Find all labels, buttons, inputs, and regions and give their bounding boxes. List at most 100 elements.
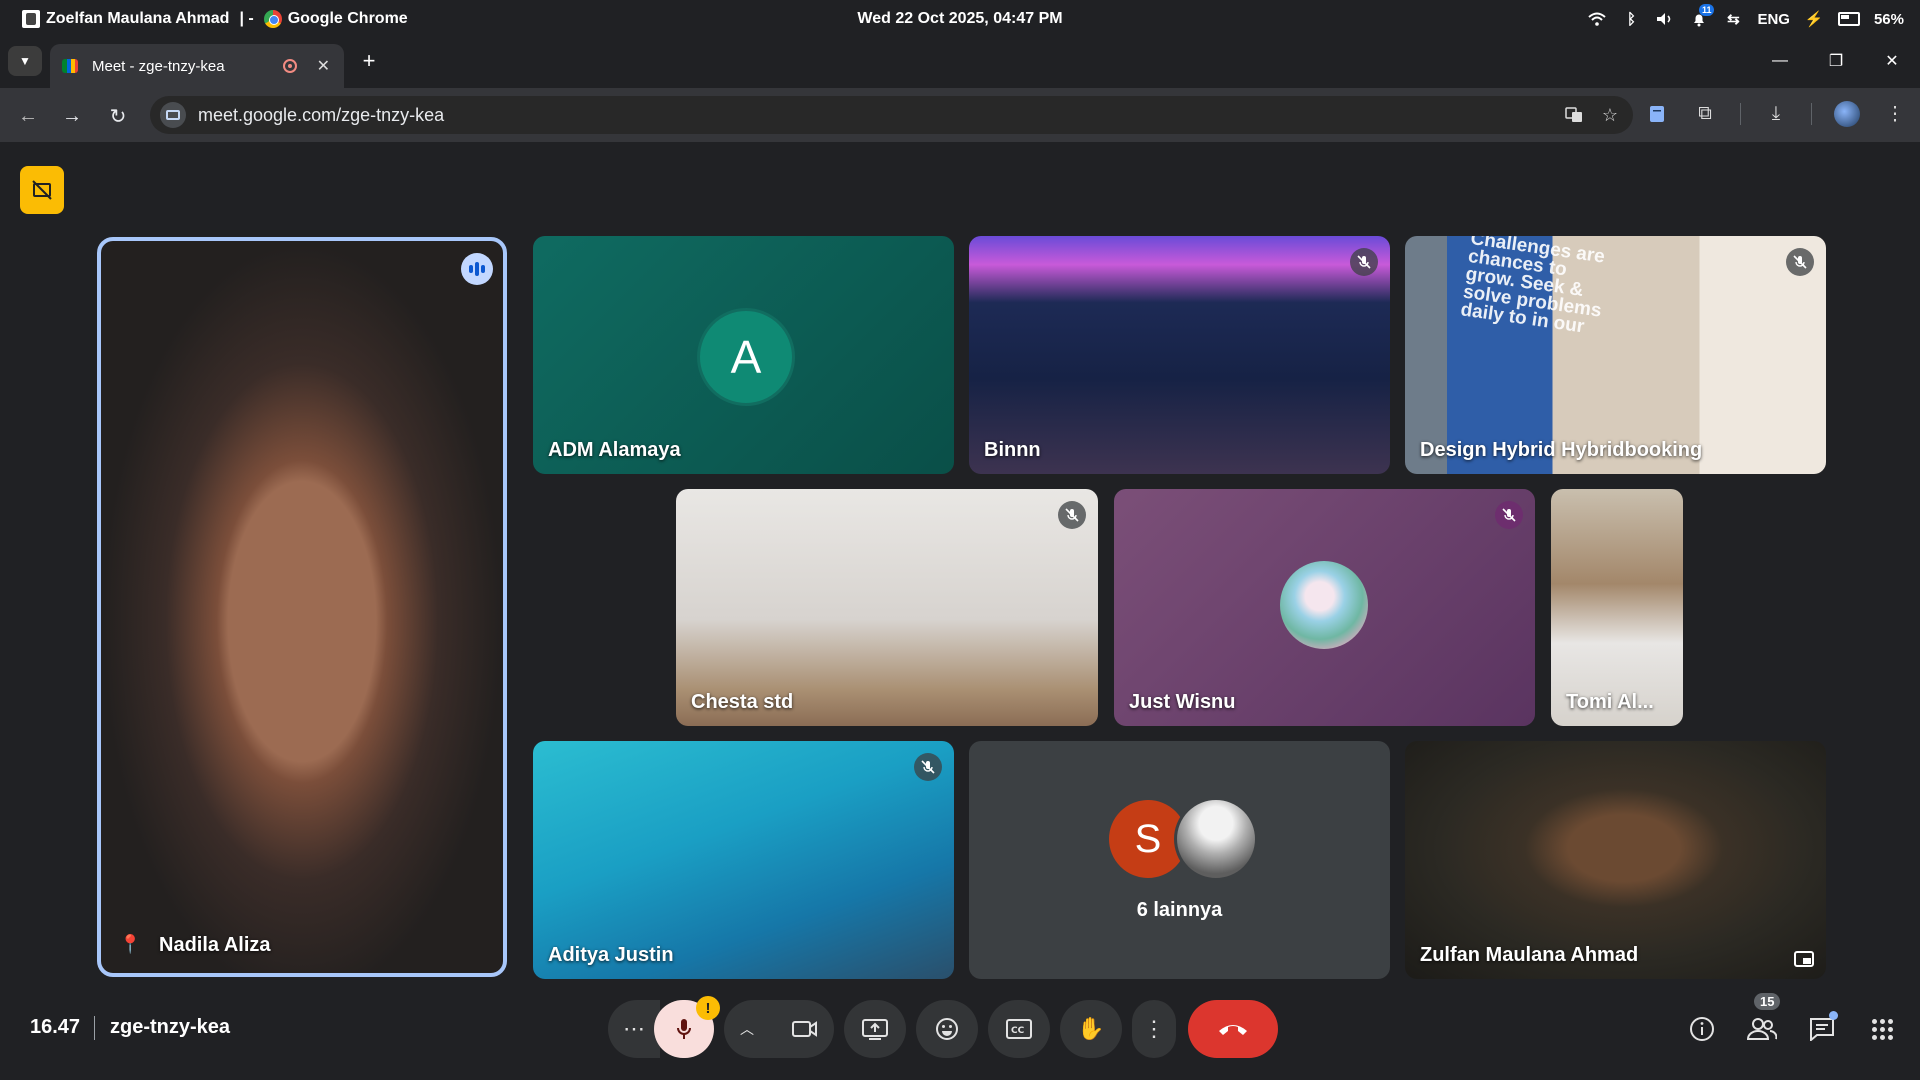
translate-icon[interactable] [1561, 102, 1587, 128]
captions-button[interactable]: CC [988, 1000, 1050, 1058]
present-icon [862, 1019, 888, 1040]
downloads-icon[interactable]: ⤓ [1763, 100, 1789, 128]
volume-icon[interactable] [1655, 9, 1675, 29]
mic-off-icon [914, 753, 942, 781]
participant-tile-aditya[interactable]: Aditya Justin [533, 741, 954, 979]
info-icon [1690, 1017, 1714, 1041]
speaking-indicator-icon [461, 253, 493, 285]
minimize-button[interactable]: — [1752, 38, 1808, 84]
others-tile[interactable]: S 6 lainnya [969, 741, 1390, 979]
chat-button[interactable] [1804, 1011, 1840, 1047]
captions-icon: CC [1006, 1019, 1032, 1039]
side-panel-controls: 15 [1684, 993, 1900, 1058]
tab-search-button[interactable]: ▼ [8, 46, 42, 76]
battery-percent: 56% [1873, 10, 1904, 28]
avatar [1280, 561, 1368, 649]
activities-button[interactable] [1864, 1011, 1900, 1047]
tab-title: Meet - zge-tnzy-kea [92, 57, 225, 75]
participant-name: Tomi Al... [1566, 691, 1654, 713]
picture-in-picture-icon[interactable] [1794, 951, 1814, 967]
participant-name: Nadila Aliza [159, 934, 271, 956]
meeting-info-button[interactable] [1684, 1011, 1720, 1047]
others-count-label: 6 lainnya [1136, 899, 1223, 921]
participant-tile-design-hybrid[interactable]: Challenges are chances to grow. Seek & s… [1405, 236, 1826, 474]
people-icon [1747, 1018, 1777, 1040]
recording-indicator-icon[interactable] [20, 166, 64, 214]
participant-name: Chesta std [691, 691, 794, 713]
divider [94, 1016, 95, 1040]
site-info-icon[interactable] [160, 102, 186, 128]
toolbar-divider [1740, 103, 1741, 125]
chat-icon [1810, 1018, 1834, 1041]
extension-docs-icon[interactable] [1644, 100, 1670, 128]
restore-button[interactable]: ❐ [1808, 38, 1864, 84]
chrome-menu-icon[interactable]: ⋮ [1882, 100, 1908, 128]
camera-icon [792, 1021, 817, 1037]
participant-tile-just-wisnu[interactable]: Just Wisnu [1114, 489, 1535, 726]
participant-name: Design Hybrid Hybridbooking [1420, 439, 1703, 461]
participant-name: ADM Alamaya [548, 439, 681, 461]
more-options-button[interactable]: ⋮ [1132, 1000, 1176, 1058]
os-top-bar: Zoelfan Maulana Ahmad | - Google Chrome … [0, 0, 1920, 38]
reload-button[interactable]: ↻ [104, 102, 132, 130]
participant-tile-tomi[interactable]: Tomi Al... [1551, 489, 1683, 726]
participant-tile-chesta[interactable]: Chesta std [676, 489, 1098, 726]
profile-avatar[interactable] [1834, 101, 1860, 127]
svg-text:CC: CC [1011, 1026, 1025, 1036]
back-button[interactable]: ← [14, 102, 42, 130]
leave-call-button[interactable] [1188, 1000, 1278, 1058]
chrome-logo-icon [263, 10, 282, 28]
toolbar-divider [1811, 103, 1812, 125]
participant-tile-adm-alamaya[interactable]: A ADM Alamaya [533, 236, 954, 474]
present-screen-button[interactable] [844, 1000, 906, 1058]
background-poster-text: Challenges are chances to grow. Seek & s… [1459, 236, 1607, 338]
meet-stage: 📍 Nadila Aliza A ADM Alamaya Binnn Chall… [0, 142, 1920, 1080]
language-indicator[interactable]: ENG [1757, 11, 1790, 28]
hand-icon: ✋ [1077, 1016, 1105, 1041]
mic-off-icon [1350, 248, 1378, 276]
extensions-puzzle-icon[interactable]: ⧉ [1692, 100, 1718, 128]
notifications-icon[interactable]: 11 [1689, 4, 1715, 29]
chevron-up-icon[interactable]: ︿ [740, 1019, 754, 1039]
battery-icon[interactable] [1837, 12, 1860, 26]
pin-icon[interactable]: 📍 [119, 934, 141, 955]
unread-dot [1829, 1011, 1838, 1020]
participant-name: Zulfan Maulana Ahmad [1420, 944, 1639, 966]
charging-icon: ⚡ [1804, 11, 1824, 28]
new-tab-button[interactable]: + [356, 48, 382, 74]
participant-name: Aditya Justin [548, 944, 674, 966]
url-text[interactable]: meet.google.com/zge-tnzy-kea [198, 105, 1561, 126]
mic-off-icon [1495, 501, 1523, 529]
wifi-icon[interactable] [1587, 9, 1607, 29]
window-title-separator: | - [239, 10, 254, 27]
raise-hand-button[interactable]: ✋ [1060, 1000, 1122, 1058]
participant-tile-nadila[interactable]: 📍 Nadila Aliza [97, 237, 507, 977]
mic-off-icon [1786, 248, 1814, 276]
reactions-button[interactable] [916, 1000, 978, 1058]
people-count-badge: 15 [1754, 993, 1781, 1010]
bookmark-star-icon[interactable]: ☆ [1597, 102, 1623, 128]
participant-name: Binnn [984, 439, 1041, 461]
window-title-user: Zoelfan Maulana Ahmad [46, 10, 230, 27]
tab-meet[interactable]: Meet - zge-tnzy-kea ✕ [50, 44, 344, 88]
network-settings-icon[interactable]: ⇆ [1723, 9, 1743, 29]
forward-button[interactable]: → [58, 102, 86, 130]
people-button[interactable]: 15 [1744, 993, 1781, 1047]
bluetooth-icon[interactable]: ᛒ [1621, 9, 1641, 29]
meet-favicon-icon [62, 59, 78, 73]
audio-options-button[interactable]: ⋯ [608, 1000, 660, 1058]
mic-off-icon [1058, 501, 1086, 529]
hang-up-icon [1219, 1025, 1247, 1035]
tab-close-icon[interactable]: ✕ [317, 56, 330, 76]
avatar [1174, 797, 1258, 881]
omnibox[interactable]: meet.google.com/zge-tnzy-kea ☆ [150, 96, 1633, 134]
notifications-count: 11 [1698, 4, 1715, 16]
avatar: A [697, 308, 795, 406]
participant-tile-zulfan[interactable]: Zulfan Maulana Ahmad [1405, 741, 1826, 979]
participant-tile-binnn[interactable]: Binnn [969, 236, 1390, 474]
mic-toggle-button[interactable]: ! [654, 996, 720, 1058]
window-title-app: Google Chrome [287, 10, 408, 27]
close-window-button[interactable]: ✕ [1864, 38, 1920, 84]
camera-toggle-button[interactable]: ︿ [724, 1000, 834, 1058]
address-bar: ← → ↻ meet.google.com/zge-tnzy-kea ☆ ⧉ ⤓… [0, 88, 1920, 142]
